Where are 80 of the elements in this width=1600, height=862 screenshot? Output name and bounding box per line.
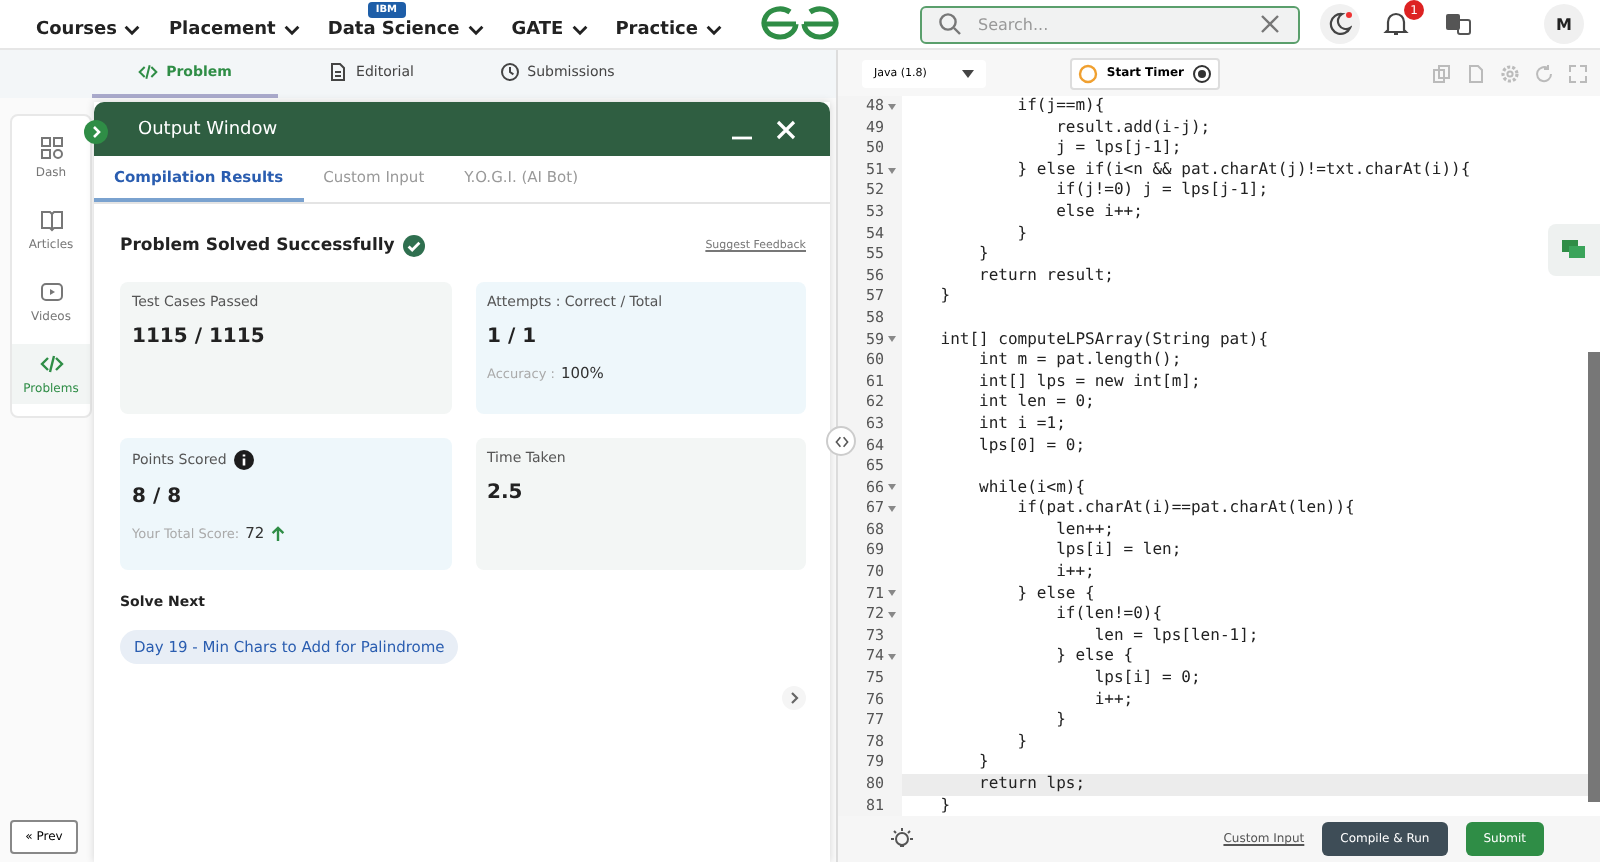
chat-icon [1560,236,1588,264]
code-line: int len = 0; [977,392,1095,414]
logo-icon[interactable] [760,4,840,44]
code-line: } [977,752,989,774]
code-line: i++; [1054,562,1095,584]
code-line: lps[i] = len; [1054,540,1182,563]
code-line: int[] lps = new int[m]; [977,371,1201,393]
code-line: lps[0] = 0; [977,435,1086,457]
code-line: if(len!=0){ [1054,604,1163,626]
code-line: return lps; [977,774,1086,796]
fold-marker-icon[interactable] [888,612,896,619]
caret-icon [962,69,975,77]
code-line: lps[i] = 0; [1092,668,1201,690]
code-line: } [1015,731,1028,753]
fold-marker-icon[interactable] [888,484,896,491]
code-line: } else { [1015,583,1095,605]
check-circle-icon [402,234,427,258]
nav-menu-item[interactable]: GATE [511,20,588,40]
nav-menu-item[interactable]: Courses [36,20,141,40]
code-line: result.add(i-j); [1054,117,1211,139]
chat-button[interactable] [1548,224,1600,276]
code-icon [138,62,159,82]
card-value: 1115 / 1115 [132,326,267,348]
chevron-down-icon [124,24,141,36]
code-line: int i =1; [977,413,1066,435]
code-line: int m = pat.length(); [977,350,1182,372]
search-icon [938,12,962,36]
lightbulb-icon[interactable] [888,825,916,853]
code-line: } else if(i<n && pat.charAt(j)!=txt.charAt(i)){ [1015,159,1471,181]
code-line: else i++; [1054,201,1143,224]
fold-marker-icon[interactable] [888,103,896,110]
code-line: } [1054,710,1066,732]
book-icon [39,208,63,232]
code-icon [39,352,63,376]
code-line: if(pat.charAt(i)==pat.charAt(len)){ [1015,498,1355,520]
fold-marker-icon[interactable] [888,336,896,343]
code-line: return result; [977,265,1114,287]
notifications-button[interactable] [1380,8,1412,40]
code-line: len++; [1054,519,1114,541]
code-line: j = lps[j-1]; [1054,138,1182,160]
next-button[interactable] [782,686,806,710]
code-line: if(j==m){ [1015,96,1105,118]
bell-icon [1382,10,1410,38]
code-line: int[] computeLPSArray(String pat){ [938,329,1269,351]
dark-mode-button[interactable] [1320,4,1360,44]
code-line: } [938,795,951,817]
close-icon[interactable] [1258,12,1282,36]
chevron-down-icon [571,24,588,36]
code-line: while(i<m){ [977,477,1086,499]
moon-icon [1328,12,1352,36]
search-bar[interactable]: Search... [920,5,1300,43]
chevron-right-icon [786,690,802,706]
code-line: } [977,244,989,266]
fold-marker-icon[interactable] [888,167,896,174]
fold-marker-icon[interactable] [888,590,896,597]
code-line: } [938,286,951,308]
status-heading: Problem Solved Successfully [120,236,395,256]
grid-icon [39,136,63,160]
nav-menu-item[interactable]: Placement [168,20,300,40]
video-icon [39,280,63,304]
code-line: } else { [1054,646,1134,669]
code-line: } [1015,223,1028,245]
chevron-down-icon [467,24,484,36]
chevron-down-icon [705,24,722,36]
record-icon [1192,63,1212,83]
card-value: 2.5 [487,482,525,504]
code-line: i++; [1092,689,1134,711]
user-avatar[interactable]: M [1544,4,1584,44]
info-icon[interactable] [234,450,255,470]
card-value: 8 / 8 [132,486,184,508]
fold-marker-icon[interactable] [888,654,896,661]
nav-menu-item[interactable]: Practice [615,20,722,40]
fold-marker-icon[interactable] [888,506,896,513]
code-line: len = lps[len-1]; [1092,625,1259,647]
code-line: if(j!=0) j = lps[j-1]; [1054,180,1269,202]
window-title: Output Window [138,119,280,139]
search-input[interactable]: Search... [974,13,1246,35]
chevron-down-icon [283,24,300,36]
card-value: 1 / 1 [487,326,539,348]
document-icon [328,62,349,82]
